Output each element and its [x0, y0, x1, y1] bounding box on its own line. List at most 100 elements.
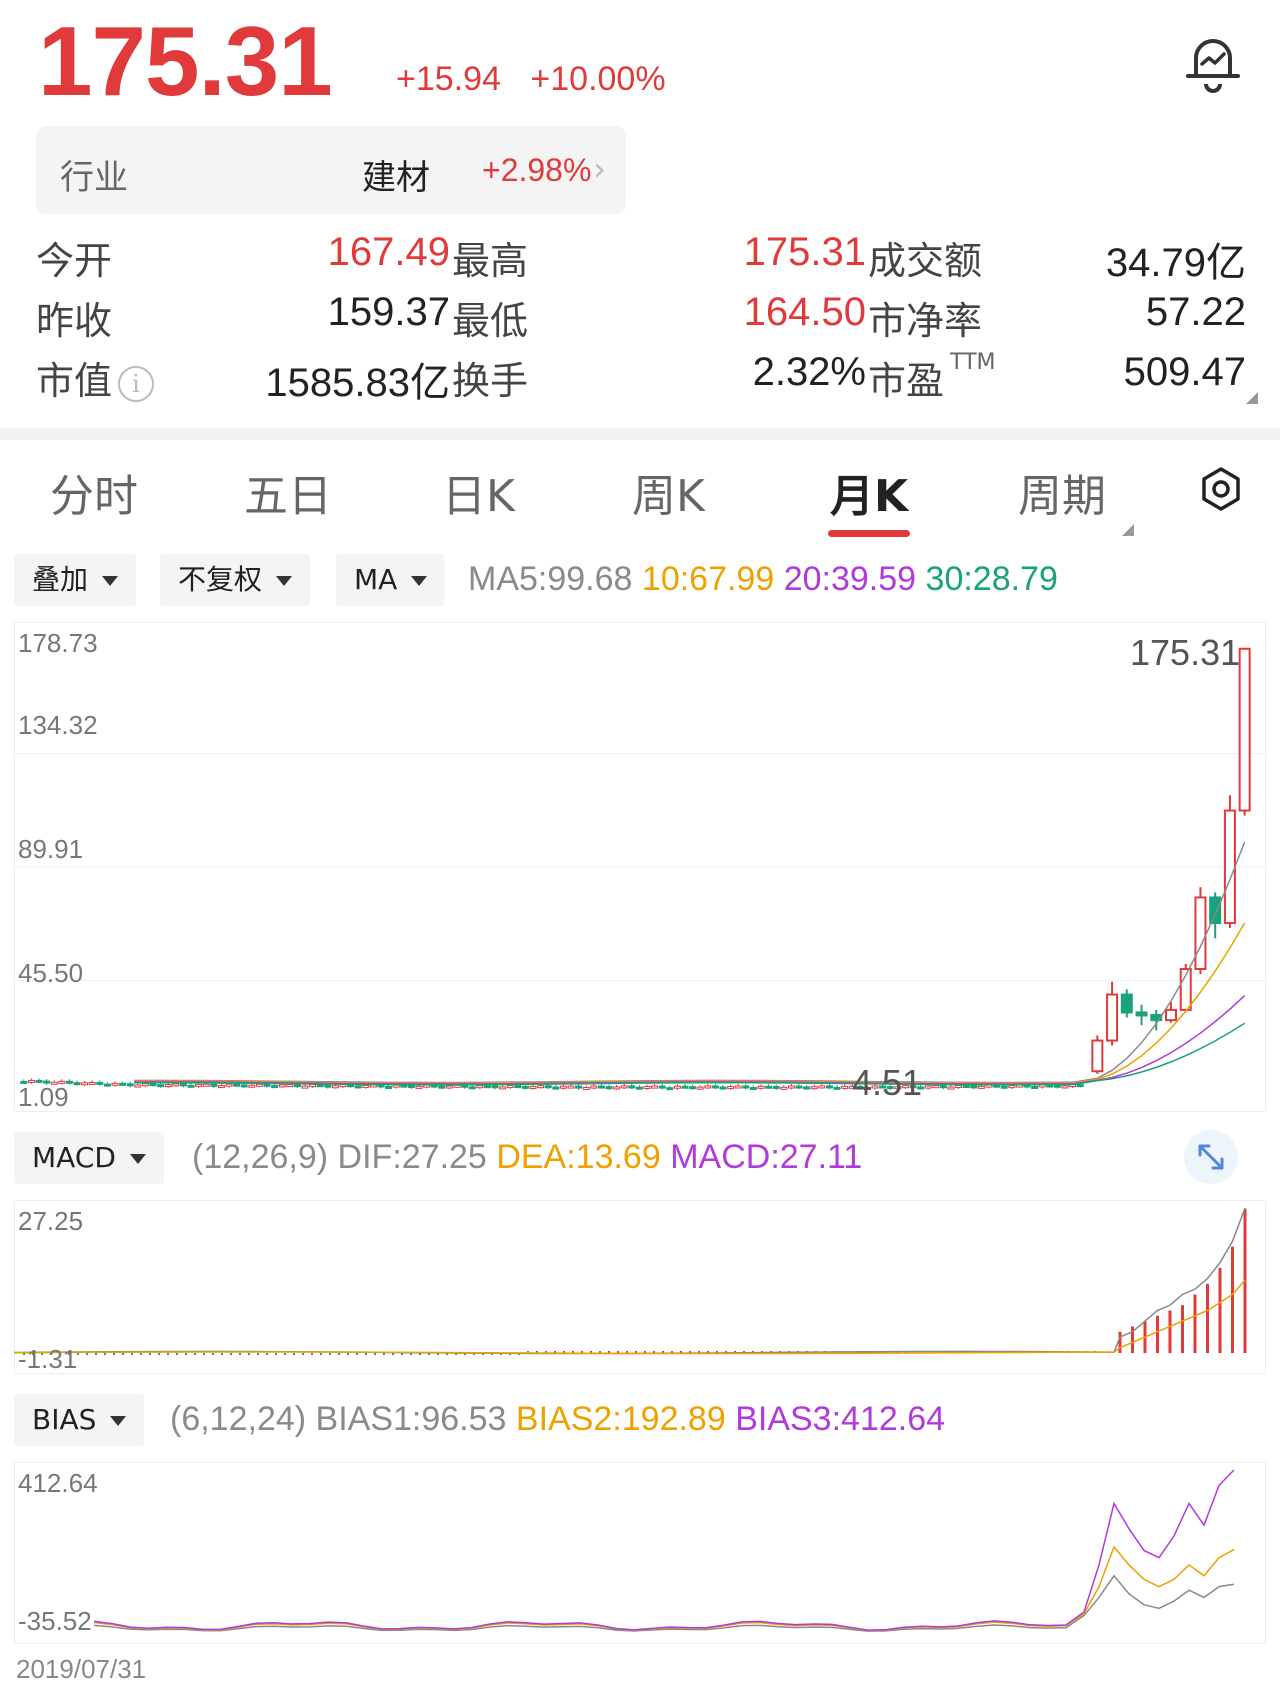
candle — [210, 1083, 218, 1087]
candle — [445, 1085, 453, 1089]
ma30-line — [133, 1022, 1246, 1086]
tab-intraday[interactable]: 分时 — [50, 460, 138, 524]
candle — [529, 1086, 537, 1090]
macd-value: MACD:27.11 — [670, 1138, 863, 1176]
dropdown-arrow-icon — [411, 576, 428, 586]
period-tabs: 分时 五日 日K 周K 月K 周期 — [0, 460, 1280, 540]
ma10-value: 10:67.99 — [641, 560, 775, 598]
active-tab-underline — [828, 530, 910, 537]
candle — [111, 1082, 119, 1086]
candle — [521, 1085, 529, 1089]
candle — [491, 1085, 499, 1089]
section-divider — [0, 428, 1280, 440]
expand-corner-icon[interactable] — [1246, 392, 1258, 404]
dropdown-arrow-icon — [276, 576, 293, 586]
candle — [1031, 1085, 1039, 1089]
industry-row[interactable]: 行业 建材 +2.98% › — [36, 126, 626, 214]
k-y-tick: 45.50 — [18, 958, 84, 988]
tab-daily-k[interactable]: 日K — [442, 460, 515, 524]
candle — [157, 1084, 165, 1088]
tab-monthly-k[interactable]: 月K — [830, 460, 908, 524]
change-amount: +15.94 — [396, 60, 501, 98]
candle — [666, 1087, 674, 1091]
candle — [582, 1086, 590, 1090]
bias-chart[interactable] — [14, 1462, 1266, 1644]
expand-chart-button[interactable] — [1184, 1130, 1238, 1184]
candle — [309, 1084, 317, 1088]
ma-legend: MA5:99.68 10:67.99 20:39.59 30:28.79 — [468, 560, 1058, 599]
ttm-superscript: TTM — [950, 350, 996, 375]
bias-legend: (6,12,24) BIAS1:96.53 BIAS2:192.89 BIAS3… — [170, 1400, 945, 1439]
macd-chart[interactable] — [14, 1200, 1266, 1374]
macd-dropdown[interactable]: MACD — [14, 1132, 164, 1184]
candle — [955, 1084, 963, 1088]
stat-label: 市净率 — [868, 299, 983, 343]
indicator-dropdown[interactable]: MA — [336, 554, 446, 606]
candle — [187, 1084, 195, 1088]
bias3-line — [93, 1469, 1235, 1631]
candle — [833, 1086, 841, 1090]
settings-gear-icon[interactable] — [1198, 466, 1244, 512]
stat-value: 2.32% — [752, 350, 866, 394]
candle — [354, 1085, 362, 1089]
tab-more-corner-icon[interactable] — [1122, 524, 1134, 536]
candle — [658, 1085, 666, 1089]
ma10-line — [133, 922, 1246, 1084]
k-y-tick: 89.91 — [18, 834, 84, 864]
industry-percent: +2.98% — [482, 152, 592, 188]
candle — [643, 1085, 651, 1089]
candle — [552, 1086, 560, 1090]
candle — [134, 1084, 142, 1088]
candle — [126, 1083, 134, 1087]
stat-value: 164.50 — [743, 290, 866, 334]
candle — [1061, 1085, 1069, 1089]
candle — [567, 1085, 575, 1089]
alert-bell-icon[interactable] — [1178, 28, 1248, 98]
candle — [483, 1085, 491, 1089]
candle — [962, 1084, 970, 1088]
candle — [506, 1085, 514, 1089]
candle — [362, 1084, 370, 1088]
candle — [787, 1085, 795, 1089]
stat-value: 1585.83亿 — [265, 361, 450, 405]
candle — [970, 1085, 978, 1089]
candle — [263, 1083, 271, 1087]
k-chart[interactable] — [14, 622, 1266, 1112]
candle — [81, 1082, 89, 1086]
candle — [453, 1084, 461, 1088]
tab-five-day[interactable]: 五日 — [244, 460, 332, 524]
candle — [1000, 1085, 1008, 1089]
industry-sector: 建材 — [362, 158, 430, 198]
info-icon[interactable]: i — [118, 365, 155, 402]
candle — [103, 1083, 111, 1087]
ma30-value: 30:28.79 — [925, 560, 1058, 598]
candle — [324, 1084, 332, 1088]
macd-y-tick: 27.25 — [18, 1206, 84, 1236]
stat-label: 昨收 — [36, 299, 113, 343]
candle — [1091, 1039, 1104, 1073]
candle — [673, 1085, 681, 1089]
current-price: 175.31 — [38, 6, 333, 116]
candle — [316, 1084, 324, 1088]
tab-weekly-k[interactable]: 周K — [632, 460, 705, 524]
bias2-value: BIAS2:192.89 — [515, 1400, 726, 1438]
candle — [810, 1086, 818, 1090]
overlay-dropdown[interactable]: 叠加 — [14, 554, 137, 606]
candle — [172, 1083, 180, 1087]
candle — [179, 1083, 187, 1087]
adjust-dropdown[interactable]: 不复权 — [160, 554, 311, 606]
candle — [301, 1085, 309, 1089]
candle — [240, 1084, 248, 1088]
tab-period[interactable]: 周期 — [1018, 460, 1106, 524]
candle — [293, 1084, 301, 1088]
candle — [537, 1085, 545, 1089]
candle — [1106, 993, 1119, 1042]
candle — [1209, 896, 1222, 924]
candle — [255, 1083, 263, 1087]
bias-dropdown[interactable]: BIAS — [14, 1394, 145, 1446]
candle — [689, 1086, 697, 1090]
stat-label: 今开 — [36, 239, 113, 283]
candle — [795, 1085, 803, 1089]
candle — [651, 1085, 659, 1089]
candle — [932, 1085, 940, 1089]
